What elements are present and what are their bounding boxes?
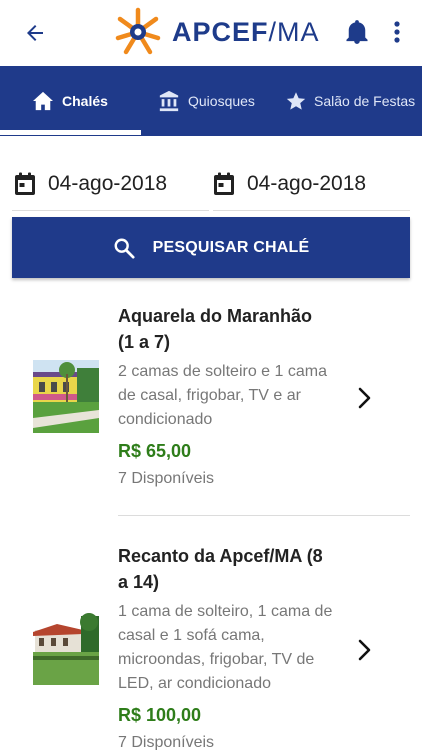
- brand-bold: APCEF: [172, 16, 269, 47]
- brand-suffix: /MA: [268, 16, 320, 47]
- card-price: R$ 100,00: [118, 705, 202, 725]
- chevron-right-icon: [358, 639, 371, 661]
- card-availability: 7 Disponíveis: [118, 470, 215, 487]
- bank-icon: [159, 90, 179, 112]
- list-divider: [118, 515, 410, 516]
- card-availability: 7 Disponíveis: [118, 734, 215, 750]
- more-options-button[interactable]: [386, 16, 408, 48]
- back-button[interactable]: [18, 16, 52, 50]
- active-tab-indicator: [0, 130, 141, 135]
- date-from-underline: [12, 210, 209, 211]
- apcef-logo: APCEF/MA: [112, 6, 320, 58]
- search-chale-button[interactable]: PESQUISAR CHALÉ: [12, 217, 410, 278]
- tab-label: Chalés: [62, 93, 108, 109]
- tab-quiosques[interactable]: Quiosques: [158, 66, 255, 136]
- star-icon: [286, 92, 306, 110]
- logo-mark-icon: [115, 7, 161, 55]
- tab-label: Salão de Festas: [314, 93, 416, 109]
- tab-salao-de-festas[interactable]: Salão de Festas: [286, 66, 415, 136]
- search-icon: [114, 238, 135, 259]
- search-button-label: PESQUISAR CHALÉ: [152, 238, 310, 256]
- date-from-value: 04-ago-2018: [48, 172, 168, 195]
- app-bar: APCEF/MA: [0, 0, 422, 66]
- notifications-button[interactable]: [342, 16, 372, 48]
- card-title: Recanto da Apcef/MA (8 a 14): [118, 546, 323, 592]
- list-item[interactable]: Aquarela do Maranhão (1 a 7) 2 camas de …: [0, 300, 422, 516]
- card-info: Aquarela do Maranhão (1 a 7) 2 camas de …: [118, 303, 333, 491]
- card-info: Recanto da Apcef/MA (8 a 14) 1 cama de s…: [118, 543, 333, 750]
- date-from-field[interactable]: 04-ago-2018: [14, 168, 167, 200]
- card-title: Aquarela do Maranhão (1 a 7): [118, 306, 313, 352]
- bell-icon: [346, 20, 368, 44]
- home-icon: [33, 91, 53, 111]
- date-to-underline: [213, 210, 410, 211]
- date-to-value: 04-ago-2018: [247, 172, 367, 195]
- card-description: 1 cama de solteiro, 1 cama de casal e 1 …: [118, 603, 333, 692]
- date-to-field[interactable]: 04-ago-2018: [213, 168, 366, 200]
- card-description: 2 camas de solteiro e 1 cama de casal, f…: [118, 363, 327, 428]
- calendar-icon: [15, 172, 35, 195]
- open-details-button[interactable]: [352, 383, 378, 413]
- card-price: R$ 65,00: [118, 441, 192, 461]
- calendar-icon: [214, 172, 234, 195]
- open-details-button[interactable]: [352, 635, 378, 665]
- chale-photo: [33, 360, 99, 433]
- arrow-left-icon: [27, 25, 43, 41]
- more-vert-icon: [394, 21, 400, 43]
- chevron-right-icon: [358, 387, 371, 409]
- tab-label: Quiosques: [188, 93, 255, 109]
- list-item[interactable]: Recanto da Apcef/MA (8 a 14) 1 cama de s…: [0, 530, 422, 750]
- brand-name: APCEF/MA: [172, 17, 320, 48]
- chale-photo: [33, 612, 99, 685]
- tab-bar: Chalés Quiosques Salão de Festas: [0, 66, 422, 136]
- tab-chales[interactable]: Chalés: [32, 66, 108, 136]
